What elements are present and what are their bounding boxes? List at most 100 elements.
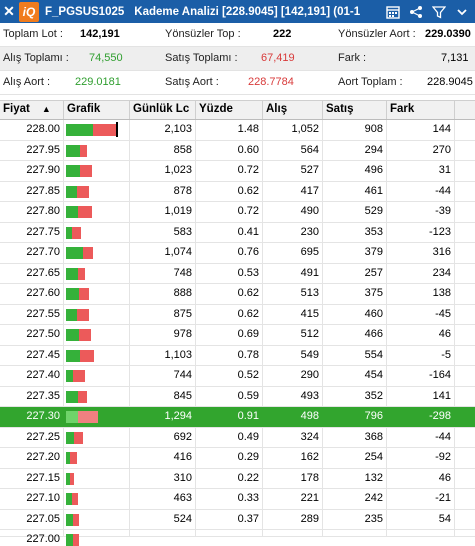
calendar-icon[interactable] <box>381 0 404 23</box>
buy-volume-bar <box>66 534 73 546</box>
diff-cell: -44 <box>387 427 455 447</box>
table-row[interactable]: 227.20 416 0.29 162 254 -92 <box>0 448 475 469</box>
daily-lot-cell: 583 <box>130 222 196 242</box>
sell-cell: 235 <box>323 509 387 529</box>
sort-arrow-icon: ▲ <box>41 104 51 114</box>
table-row[interactable]: 227.40 744 0.52 290 454 -164 <box>0 366 475 387</box>
table-row[interactable]: 227.10 463 0.33 221 242 -21 <box>0 489 475 510</box>
table-row[interactable]: 227.85 878 0.62 417 461 -44 <box>0 181 475 202</box>
daily-lot-cell: 744 <box>130 366 196 386</box>
diff-cell: 141 <box>387 386 455 406</box>
column-header-alis[interactable]: Alış <box>263 101 323 119</box>
sell-volume-bar <box>83 247 93 259</box>
buy-cell: 549 <box>263 345 323 365</box>
table-row[interactable]: 227.35 845 0.59 493 352 141 <box>0 386 475 407</box>
column-header-fark[interactable]: Fark <box>387 101 455 119</box>
chart-cell <box>64 489 130 509</box>
price-cell: 227.35 <box>0 386 64 406</box>
close-icon[interactable]: ✕ <box>0 0 18 23</box>
price-cell: 227.75 <box>0 222 64 242</box>
sell-cell: 352 <box>323 386 387 406</box>
sell-cell: 375 <box>323 284 387 304</box>
table-row[interactable]: 227.95 858 0.60 564 294 270 <box>0 140 475 161</box>
percent-cell <box>196 530 263 536</box>
percent-cell: 0.29 <box>196 448 263 468</box>
buy-volume-bar <box>66 165 80 177</box>
table-row[interactable]: 227.50 978 0.69 512 466 46 <box>0 325 475 346</box>
sell-volume-bar <box>93 124 116 136</box>
diff-cell: 46 <box>387 468 455 488</box>
chart-cell <box>64 181 130 201</box>
buy-volume-bar <box>66 247 83 259</box>
fark-value: 7,131 <box>441 52 469 64</box>
percent-cell: 0.62 <box>196 181 263 201</box>
table-row[interactable]: 227.30 1,294 0.91 498 796 -298 <box>0 407 475 428</box>
diff-cell: -298 <box>387 407 455 427</box>
sell-volume-bar <box>79 288 89 300</box>
diff-cell: -39 <box>387 202 455 222</box>
daily-lot-cell: 463 <box>130 489 196 509</box>
buy-cell <box>263 530 323 536</box>
buy-cell: 178 <box>263 468 323 488</box>
sell-cell: 257 <box>323 263 387 283</box>
table-row[interactable]: 227.75 583 0.41 230 353 -123 <box>0 222 475 243</box>
price-cell: 227.50 <box>0 325 64 345</box>
percent-cell: 0.72 <box>196 161 263 181</box>
diff-cell: 138 <box>387 284 455 304</box>
price-cell: 227.15 <box>0 468 64 488</box>
table-row[interactable]: 227.25 692 0.49 324 368 -44 <box>0 427 475 448</box>
table-row[interactable]: 227.80 1,019 0.72 490 529 -39 <box>0 202 475 223</box>
table-row[interactable]: 227.45 1,103 0.78 549 554 -5 <box>0 345 475 366</box>
buy-volume-bar <box>66 185 77 198</box>
table-row[interactable]: 227.65 748 0.53 491 257 234 <box>0 263 475 284</box>
chart-cell <box>64 304 130 324</box>
daily-lot-cell: 524 <box>130 509 196 529</box>
table-row[interactable]: 227.60 888 0.62 513 375 138 <box>0 284 475 305</box>
alis-aort-label: Alış Aort : <box>3 76 51 88</box>
column-header-gunluk-lot[interactable]: Günlük Lc <box>130 101 196 119</box>
buy-cell: 491 <box>263 263 323 283</box>
percent-cell: 0.22 <box>196 468 263 488</box>
chevron-down-icon[interactable] <box>450 0 473 23</box>
column-header-grafik[interactable]: Grafik <box>64 101 130 119</box>
table-row[interactable]: 227.00 <box>0 530 475 546</box>
column-header-satis[interactable]: Satış <box>323 101 387 119</box>
price-cell: 228.00 <box>0 120 64 140</box>
diff-cell: -164 <box>387 366 455 386</box>
alis-toplami-label: Alış Toplamı : <box>3 52 69 64</box>
toplam-lot-label: Toplam Lot : <box>3 28 63 40</box>
sell-volume-bar <box>73 534 79 546</box>
daily-lot-cell: 310 <box>130 468 196 488</box>
table-row[interactable]: 228.00 2,103 1.48 1,052 908 144 <box>0 120 475 141</box>
buy-volume-bar <box>66 513 73 526</box>
price-cell: 227.70 <box>0 243 64 263</box>
price-cell: 227.00 <box>0 530 64 545</box>
buy-cell: 417 <box>263 181 323 201</box>
sell-cell: 294 <box>323 140 387 160</box>
column-header-yuzde[interactable]: Yüzde <box>196 101 263 119</box>
satis-toplami-value: 67,419 <box>261 52 295 64</box>
buy-cell: 695 <box>263 243 323 263</box>
share-icon[interactable] <box>404 0 427 23</box>
table-header: Fiyat ▲ Grafik Günlük Lc Yüzde Alış Satış… <box>0 100 475 120</box>
chart-cell <box>64 202 130 222</box>
table-row[interactable]: 227.90 1,023 0.72 527 496 31 <box>0 161 475 182</box>
chart-cell <box>64 407 130 427</box>
filter-icon[interactable] <box>427 0 450 23</box>
table-row[interactable]: 227.55 875 0.62 415 460 -45 <box>0 304 475 325</box>
aort-toplam-value: 228.9045 <box>427 76 473 88</box>
buy-cell: 498 <box>263 407 323 427</box>
price-cell: 227.85 <box>0 181 64 201</box>
yonsuzler-top-label: Yönsüzler Top : <box>165 28 241 40</box>
chart-cell <box>64 161 130 181</box>
price-cell: 227.95 <box>0 140 64 160</box>
chart-cell <box>64 530 130 546</box>
table-body: 228.00 2,103 1.48 1,052 908 144 227.95 858 0.60 5… <box>0 120 475 546</box>
table-row[interactable]: 227.05 524 0.37 289 235 54 <box>0 509 475 530</box>
last-price-marker <box>116 122 118 137</box>
sell-volume-bar <box>77 308 89 321</box>
column-header-fiyat[interactable]: Fiyat ▲ <box>0 101 64 119</box>
table-row[interactable]: 227.70 1,074 0.76 695 379 316 <box>0 243 475 264</box>
percent-cell: 0.72 <box>196 202 263 222</box>
diff-cell <box>387 530 455 536</box>
